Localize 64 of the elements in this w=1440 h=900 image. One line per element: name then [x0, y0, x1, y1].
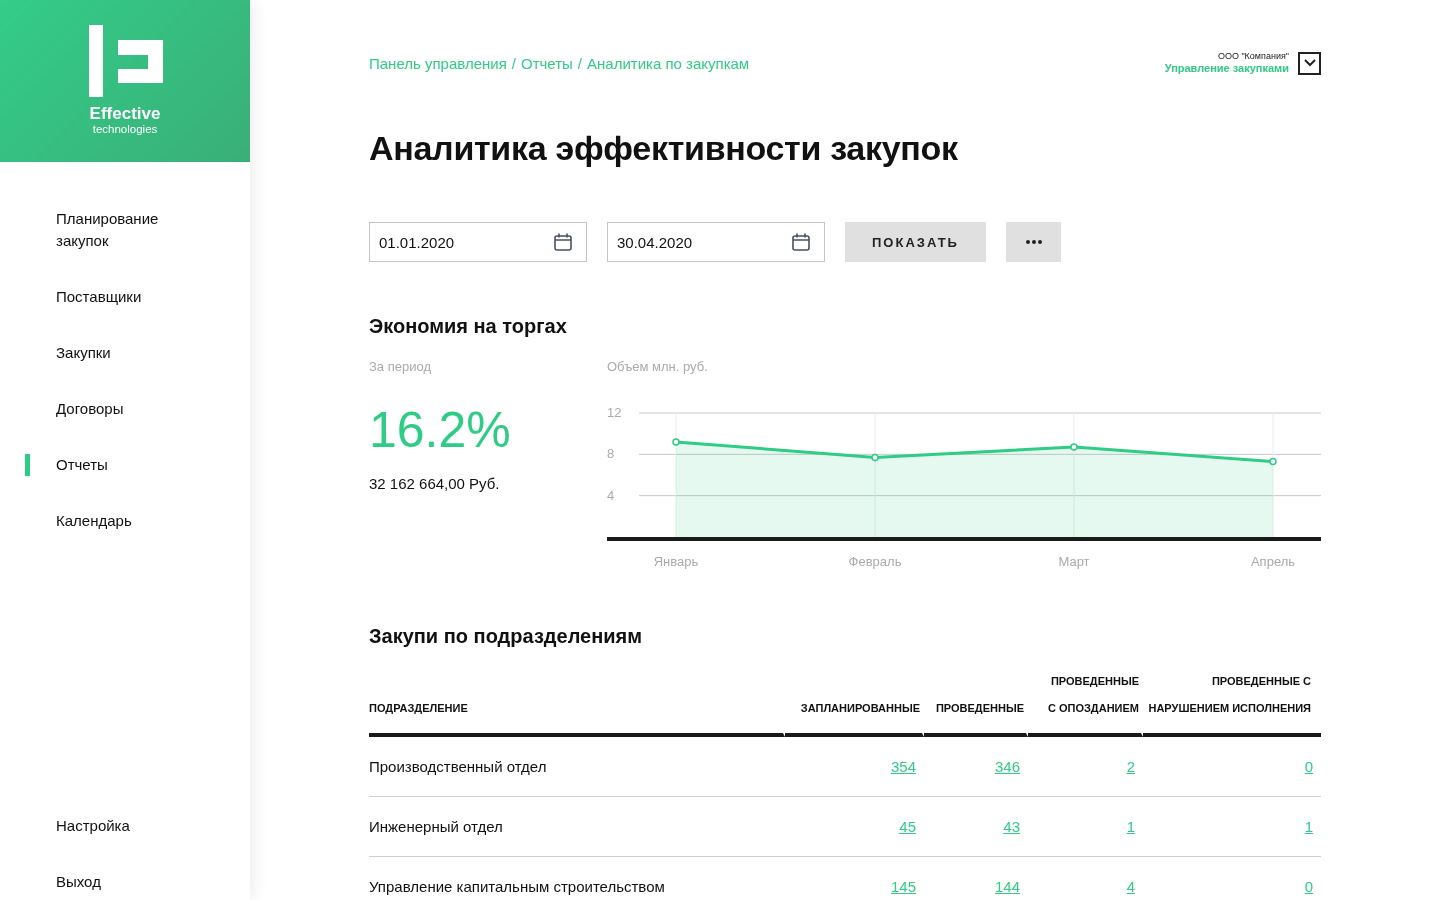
count-link[interactable]: 0 [1304, 758, 1313, 775]
savings-amount: 32 162 664,00 Руб. [369, 474, 500, 494]
breadcrumb-separator: / [577, 54, 582, 72]
nav-item[interactable]: Поставщики [0, 286, 222, 308]
calendar-icon [791, 232, 811, 252]
nav-item[interactable]: Отчеты [25, 454, 222, 476]
count-link[interactable]: 354 [890, 758, 916, 775]
data-point [1269, 457, 1277, 466]
data-point [672, 438, 680, 446]
nav-item[interactable]: Закупки [0, 342, 222, 364]
breadcrumb-separator: / [511, 54, 516, 72]
count-link[interactable]: 4 [1126, 878, 1135, 895]
show-button[interactable]: ПОКАЗАТЬ [845, 222, 986, 262]
nav-item[interactable]: Выход [0, 871, 222, 893]
count-link[interactable]: 144 [994, 878, 1020, 895]
breadcrumb-link[interactable]: Панель управления [369, 54, 507, 72]
department-name: Производственный отдел [369, 758, 547, 775]
company-name: ООО "Компания" [1217, 51, 1289, 62]
count-link[interactable]: 1 [1304, 818, 1313, 835]
column-header: ЗАПЛАНИРОВАННЫЕ [785, 668, 924, 737]
chevron-down-icon [1303, 59, 1316, 67]
page-title: Аналитика эффективности закупок [369, 128, 959, 168]
x-tick-label: Январь [653, 554, 699, 569]
account-role: Управление закупками [1164, 62, 1289, 75]
section-title: Закупи по подразделениям [369, 624, 644, 648]
savings-percent: 16.2% [369, 402, 511, 458]
count-link[interactable]: 0 [1304, 878, 1313, 895]
calendar-icon [553, 232, 573, 252]
department-name: Инженерный отдел [369, 818, 503, 835]
count-link[interactable]: 1 [1126, 818, 1135, 835]
column-header: ПРОВЕДЕННЫЕ С ОПОЗДАНИЕМ [1028, 668, 1143, 737]
column-header: ПРОВЕДЕННЫЕ С НАРУШЕНИЕМ ИСПОЛНЕНИЯ [1143, 668, 1321, 737]
data-point [1070, 443, 1078, 451]
count-link[interactable]: 145 [890, 878, 916, 895]
more-dots-icon [1025, 240, 1042, 244]
nav-item[interactable]: Календарь [0, 510, 222, 532]
y-tick-label: 12 [607, 405, 622, 420]
breadcrumb-link[interactable]: Аналитика по закупкам [587, 54, 750, 72]
account-dropdown-button[interactable] [1298, 51, 1321, 75]
count-link[interactable]: 45 [899, 818, 916, 835]
chart-ylabel: Объем млн. руб. [607, 358, 709, 376]
count-link[interactable]: 43 [1003, 818, 1020, 835]
nav-item[interactable]: Договоры [0, 398, 222, 420]
count-link[interactable]: 2 [1126, 758, 1135, 775]
x-tick-label: Апрель [1250, 554, 1296, 569]
nav-item[interactable]: Планирование закупок [0, 208, 222, 252]
date-field[interactable]: 01.01.2020 [369, 222, 587, 262]
data-point [871, 453, 879, 462]
y-tick-label: 4 [607, 487, 615, 503]
date-field[interactable]: 30.04.2020 [607, 222, 825, 262]
breadcrumb-link[interactable]: Отчеты [521, 54, 573, 72]
section-title: Экономия на торгах [369, 314, 568, 338]
x-tick-label: Март [1058, 554, 1090, 569]
y-tick-label: 8 [607, 446, 615, 462]
x-tick-label: Февраль [848, 554, 902, 569]
column-header: ПОДРАЗДЕЛЕНИЕ [369, 668, 785, 737]
count-link[interactable]: 346 [994, 758, 1020, 775]
logo-icon [89, 25, 165, 99]
column-header: ПРОВЕДЕННЫЕ [924, 668, 1028, 737]
department-name: Управление капитальным строительством [369, 878, 665, 895]
nav-item[interactable]: Настройка [0, 815, 222, 837]
logo-name: Effective [89, 105, 161, 123]
period-label: За период [369, 358, 431, 376]
logo-tagline: technologies [92, 123, 158, 135]
